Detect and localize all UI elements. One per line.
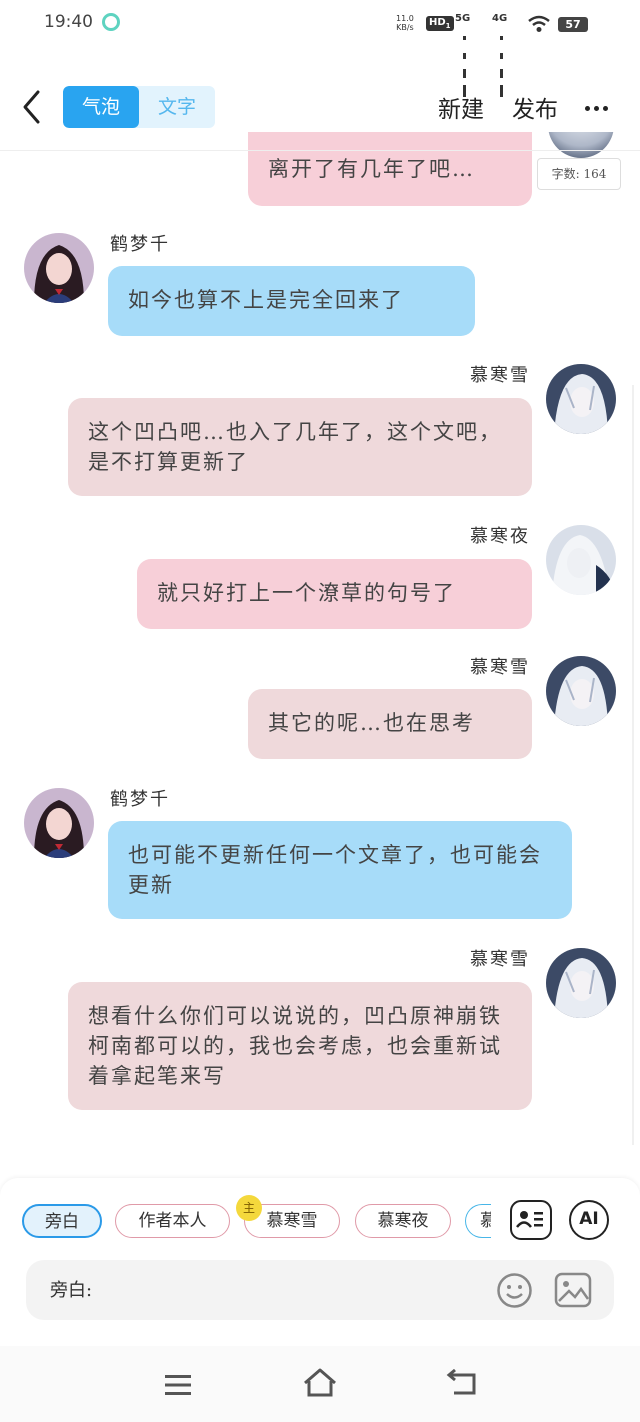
role-chip-muhanye[interactable]: 慕寒夜 <box>355 1204 451 1238</box>
message-text: 这个凹凸吧…也入了几年了，这个文吧，是不打算更新了 <box>88 420 502 474</box>
sender-name: 鹤梦千 <box>110 789 170 810</box>
mode-switch: 气泡 文字 <box>63 86 215 128</box>
sender-name: 慕寒雪 <box>470 657 530 678</box>
avatar-hemengqian[interactable] <box>24 788 94 858</box>
message-bubble: 如今也算不上是完全回来了 <box>108 266 475 336</box>
message-bubble: 这个凹凸吧…也入了几年了，这个文吧，是不打算更新了 <box>68 398 532 496</box>
network-speed-unit: KB/s <box>396 23 414 32</box>
role-chip-author[interactable]: 作者本人 <box>115 1204 230 1238</box>
back-nav-icon[interactable] <box>446 1369 480 1397</box>
message-text: 想看什么你们可以说说的，凹凸原神崩铁柯南都可以的，我也会考虑，也会重新试着拿起笔… <box>88 1004 502 1088</box>
avatar-muhanxue[interactable] <box>546 656 616 726</box>
hd-label: HD <box>429 17 446 28</box>
sender-name: 慕寒雪 <box>470 949 530 970</box>
role-chip-partial[interactable]: 慕 <box>465 1204 491 1238</box>
header-divider <box>0 150 640 151</box>
word-count-badge: 字数: 164 <box>537 158 621 190</box>
sender-name: 慕寒雪 <box>470 365 530 386</box>
message-text: 如今也算不上是完全回来了 <box>128 288 404 312</box>
message-text: 就只好打上一个潦草的句号了 <box>157 581 456 605</box>
avatar-muhanye[interactable] <box>548 132 614 158</box>
sender-name: 鹤梦千 <box>110 234 170 255</box>
signal-5g-icon: 5G <box>455 13 470 97</box>
app-notification-icon <box>102 13 120 31</box>
image-icon[interactable] <box>554 1272 592 1308</box>
message-bubble: 想看什么你们可以说说的，凹凸原神崩铁柯南都可以的，我也会考虑，也会重新试着拿起笔… <box>68 982 532 1110</box>
avatar-muhanye[interactable] <box>546 525 616 595</box>
back-button[interactable] <box>18 88 48 126</box>
more-button[interactable] <box>585 96 615 116</box>
network-speed: 11.0 KB/s <box>396 14 414 32</box>
message-text: 也可能不更新任何一个文章了，也可能会更新 <box>128 843 542 897</box>
role-chip-partial-label: 慕 <box>465 1204 491 1238</box>
publish-button[interactable]: 发布 <box>512 90 558 124</box>
sender-name: 慕寒夜 <box>470 526 530 547</box>
role-card-icon <box>516 1211 543 1228</box>
menu-icon[interactable] <box>163 1372 193 1398</box>
ai-button[interactable]: AI <box>569 1200 609 1240</box>
status-time: 19:40 <box>44 12 93 32</box>
new-button[interactable]: 新建 <box>438 90 484 124</box>
battery-icon: 57 <box>558 17 588 32</box>
signal-4g-icon: 4G <box>492 13 507 97</box>
message-text: 其它的呢…也在思考 <box>268 711 475 735</box>
network-speed-value: 11.0 <box>396 14 414 23</box>
message-bubble: 就只好打上一个潦草的句号了 <box>137 559 532 629</box>
message-bubble: 其它的呢…也在思考 <box>248 689 532 759</box>
input-role-label: 旁白: <box>50 1280 93 1301</box>
emoji-icon[interactable] <box>496 1272 533 1309</box>
avatar-hemengqian[interactable] <box>24 233 94 303</box>
message-text: 离开了有几年了吧… <box>268 157 475 181</box>
wifi-icon <box>528 15 550 32</box>
hd-voice-icon: HD1 <box>426 16 454 31</box>
message-bubble: 离开了有几年了吧… <box>248 132 532 206</box>
avatar-muhanxue[interactable] <box>546 364 616 434</box>
host-badge: 主 <box>236 1195 262 1221</box>
tab-bubble[interactable]: 气泡 <box>63 86 139 128</box>
role-chip-narrator[interactable]: 旁白 <box>22 1204 102 1238</box>
home-icon[interactable] <box>301 1367 339 1399</box>
tab-text[interactable]: 文字 <box>139 86 215 128</box>
avatar-muhanxue[interactable] <box>546 948 616 1018</box>
scrollbar[interactable] <box>632 385 634 1145</box>
message-bubble: 也可能不更新任何一个文章了，也可能会更新 <box>108 821 572 919</box>
hd-sub: 1 <box>445 22 451 30</box>
role-manage-button[interactable] <box>510 1200 552 1240</box>
